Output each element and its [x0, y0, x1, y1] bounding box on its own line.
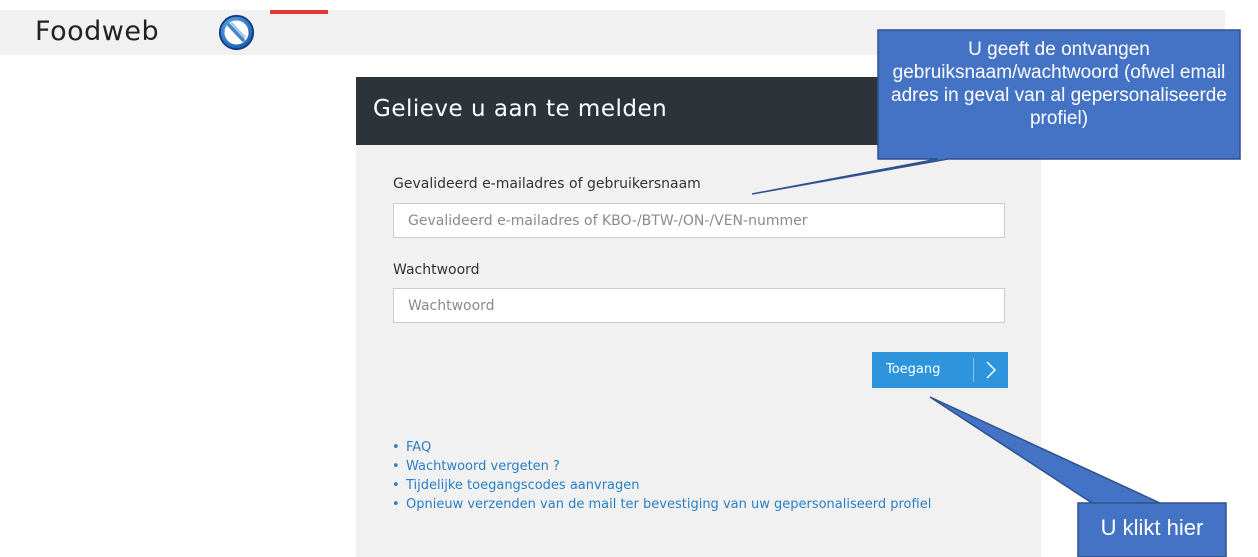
- callout-click-text: U klikt hier: [1100, 515, 1204, 540]
- callout-credentials-text: U geeft de ontvangen gebruiksnaam/wachtw…: [891, 39, 1227, 129]
- page: Foodweb Gelieve u aan te melden Gevalide…: [0, 0, 1258, 557]
